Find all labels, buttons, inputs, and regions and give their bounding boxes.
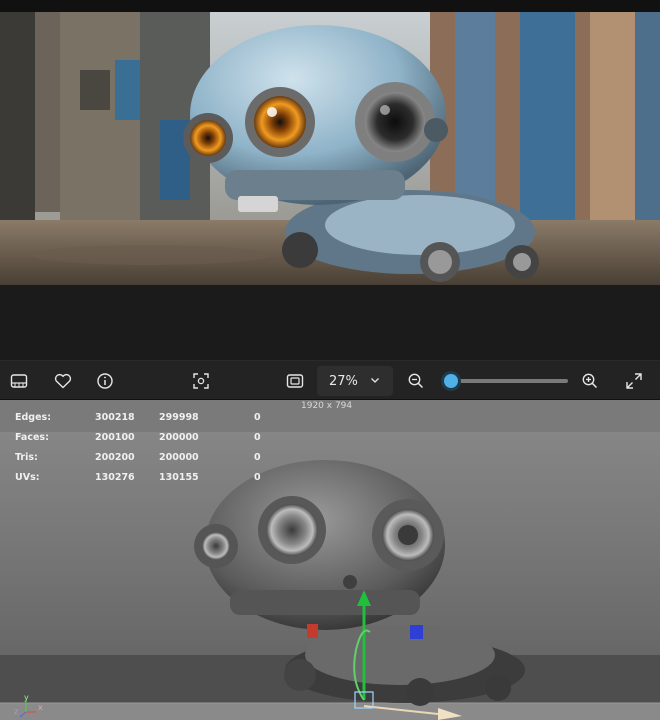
zoom-in-icon[interactable] <box>578 369 602 393</box>
info-icon[interactable] <box>93 369 117 393</box>
stats-value-b: 200000 <box>159 452 199 463</box>
stats-label: UVs: <box>15 472 40 483</box>
stats-value-b: 130155 <box>159 472 199 483</box>
stats-value-b: 299998 <box>159 412 199 423</box>
stats-value-c: 0 <box>254 432 261 443</box>
filmstrip-icon[interactable] <box>7 369 31 393</box>
stats-value-c: 0 <box>254 412 261 423</box>
zoom-out-icon[interactable] <box>404 369 428 393</box>
focus-icon[interactable] <box>189 369 213 393</box>
stats-label: Tris: <box>15 452 38 463</box>
axis-z-label: z <box>14 707 19 716</box>
axis-y-label: y <box>24 693 29 702</box>
stats-value-c: 0 <box>254 452 261 463</box>
image-canvas-background <box>0 285 660 360</box>
zoom-level-dropdown[interactable]: 27% <box>317 366 393 396</box>
stats-value-a: 200200 <box>95 452 135 463</box>
fullscreen-icon[interactable] <box>622 369 646 393</box>
zoom-slider-thumb[interactable] <box>443 374 458 388</box>
stats-label: Faces: <box>15 432 49 443</box>
stats-value-a: 130276 <box>95 472 135 483</box>
viewport-resolution: 1920 x 794 <box>301 401 353 411</box>
3d-viewport[interactable]: Edges: 300218 299998 0 Faces: 200100 200… <box>0 400 660 720</box>
image-viewer-toolbar: 27% <box>0 360 660 400</box>
viewport-scene <box>0 400 660 720</box>
axis-x-label: x <box>38 703 43 712</box>
robot-render-image <box>0 0 660 285</box>
zoom-level-value: 27% <box>329 373 358 389</box>
stats-value-a: 300218 <box>95 412 135 423</box>
zoom-slider[interactable] <box>442 374 568 388</box>
stats-value-c: 0 <box>254 472 261 483</box>
stats-value-b: 200000 <box>159 432 199 443</box>
stats-label: Edges: <box>15 412 51 423</box>
fit-screen-icon[interactable] <box>283 369 307 393</box>
heart-icon[interactable] <box>51 369 75 393</box>
chevron-down-icon <box>369 374 381 390</box>
stats-value-a: 200100 <box>95 432 135 443</box>
